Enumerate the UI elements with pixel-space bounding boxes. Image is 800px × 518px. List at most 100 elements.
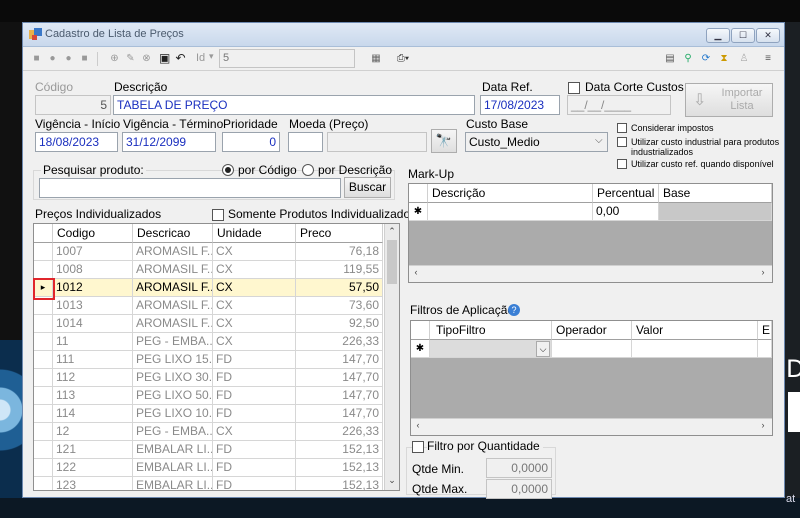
precos-cell-unidade[interactable]: CX <box>213 297 296 315</box>
row-header[interactable] <box>34 477 53 490</box>
precos-cell-unidade[interactable]: FD <box>213 441 296 459</box>
markup-new-percentual[interactable]: 0,00 <box>593 203 659 221</box>
scroll-left-icon[interactable]: ‹ <box>411 420 425 430</box>
new-record-icon[interactable]: ⊕ <box>109 53 120 64</box>
filtro-quantidade-checkbox[interactable] <box>412 441 424 453</box>
precos-cell-preco[interactable]: 119,55 <box>296 261 383 279</box>
precos-cell-descricao[interactable]: EMBALAR LI... <box>133 477 213 490</box>
utilizar-industrial-checkbox[interactable] <box>617 137 627 147</box>
row-header[interactable] <box>34 243 53 261</box>
markup-col-percentual[interactable]: Percentual <box>593 184 659 203</box>
edit-record-icon[interactable]: ✎ <box>125 53 136 64</box>
precos-cell-descricao[interactable]: AROMASIL F... <box>133 297 213 315</box>
precos-cell-codigo[interactable]: 1014 <box>53 315 133 333</box>
help-icon[interactable]: ? <box>508 304 520 316</box>
vigencia-termino-field[interactable]: 31/12/2099 <box>122 132 216 152</box>
filtros-new-tipo-select[interactable] <box>430 340 552 358</box>
precos-cell-preco[interactable]: 226,33 <box>296 333 383 351</box>
delete-record-icon[interactable]: ⊗ <box>141 53 152 64</box>
utilizar-ref-checkbox[interactable] <box>617 159 627 169</box>
precos-cell-unidade[interactable]: CX <box>213 261 296 279</box>
precos-cell-unidade[interactable]: CX <box>213 279 296 297</box>
undo-icon[interactable]: ↶ <box>175 52 186 64</box>
precos-cell-codigo[interactable]: 1007 <box>53 243 133 261</box>
precos-cell-descricao[interactable]: PEG LIXO 50... <box>133 387 213 405</box>
row-header[interactable] <box>34 387 53 405</box>
custo-base-select[interactable]: Custo_Medio <box>465 132 608 152</box>
somente-checkbox[interactable] <box>212 209 224 221</box>
precos-cell-codigo[interactable]: 11 <box>53 333 133 351</box>
id-dropdown-icon[interactable]: ▾ <box>209 51 214 62</box>
precos-cell-descricao[interactable]: PEG - EMBA... <box>133 423 213 441</box>
precos-cell-preco[interactable]: 76,18 <box>296 243 383 261</box>
moeda-search-button[interactable]: 🔭 <box>431 129 457 153</box>
chevron-down-icon[interactable]: ⌵ <box>536 341 550 357</box>
precos-cell-descricao[interactable]: PEG LIXO 15... <box>133 351 213 369</box>
filter-icon[interactable]: ⧗ <box>717 53 731 64</box>
previous-record-icon[interactable]: ● <box>47 53 58 64</box>
precos-cell-preco[interactable]: 147,70 <box>296 405 383 423</box>
precos-col-preco[interactable]: Preco <box>296 224 383 243</box>
moeda-code-field[interactable] <box>288 132 323 152</box>
last-record-icon[interactable]: ■ <box>79 53 90 64</box>
row-header[interactable] <box>34 351 53 369</box>
maximize-button[interactable]: ☐ <box>731 28 755 43</box>
precos-cell-preco[interactable]: 152,13 <box>296 441 383 459</box>
filtros-col-e[interactable]: E <box>758 321 772 340</box>
descricao-field[interactable]: TABELA DE PREÇO <box>113 95 475 115</box>
precos-cell-codigo[interactable]: 112 <box>53 369 133 387</box>
precos-cell-codigo[interactable]: 1008 <box>53 261 133 279</box>
filtros-horizontal-scrollbar[interactable]: ‹ › <box>411 418 772 435</box>
prioridade-field[interactable]: 0 <box>222 132 280 152</box>
por-descricao-radio[interactable] <box>302 164 314 176</box>
precos-cell-preco[interactable]: 152,13 <box>296 477 383 490</box>
precos-cell-preco[interactable]: 152,13 <box>296 459 383 477</box>
save-icon[interactable]: ▣ <box>159 52 170 64</box>
vigencia-inicio-field[interactable]: 18/08/2023 <box>35 132 118 152</box>
row-header[interactable] <box>34 369 53 387</box>
row-header[interactable] <box>34 315 53 333</box>
search-icon[interactable]: ⚲ <box>681 53 695 64</box>
markup-col-base[interactable]: Base <box>659 184 772 203</box>
markup-horizontal-scrollbar[interactable]: ‹ › <box>409 265 772 282</box>
precos-cell-preco[interactable]: 57,50 <box>296 279 383 297</box>
precos-cell-preco[interactable]: 226,33 <box>296 423 383 441</box>
precos-cell-codigo[interactable]: 113 <box>53 387 133 405</box>
calendar-icon[interactable]: ▦ <box>369 53 383 64</box>
row-header[interactable] <box>34 423 53 441</box>
next-record-icon[interactable]: ● <box>63 53 74 64</box>
considerar-impostos-checkbox[interactable] <box>617 123 627 133</box>
scroll-left-icon[interactable]: ‹ <box>409 267 423 277</box>
row-header[interactable] <box>34 441 53 459</box>
precos-col-codigo[interactable]: Codigo <box>53 224 133 243</box>
precos-cell-unidade[interactable]: FD <box>213 405 296 423</box>
precos-cell-descricao[interactable]: AROMASIL F... <box>133 315 213 333</box>
precos-cell-descricao[interactable]: PEG LIXO 10... <box>133 405 213 423</box>
precos-cell-unidade[interactable]: FD <box>213 477 296 490</box>
precos-cell-descricao[interactable]: AROMASIL F... <box>133 243 213 261</box>
precos-cell-codigo[interactable]: 1013 <box>53 297 133 315</box>
precos-cell-descricao[interactable]: AROMASIL F... <box>133 279 213 297</box>
precos-cell-codigo[interactable]: 111 <box>53 351 133 369</box>
precos-cell-codigo[interactable]: 123 <box>53 477 133 490</box>
precos-col-descricao[interactable]: Descricao <box>133 224 213 243</box>
precos-cell-descricao[interactable]: PEG - EMBA... <box>133 333 213 351</box>
row-header[interactable] <box>34 261 53 279</box>
filtros-new-valor[interactable] <box>632 340 758 358</box>
title-bar[interactable]: Cadastro de Lista de Preços ▁ ☐ ✕ <box>23 23 784 47</box>
first-record-icon[interactable]: ■ <box>31 53 42 64</box>
precos-cell-unidade[interactable]: FD <box>213 351 296 369</box>
precos-cell-preco[interactable]: 147,70 <box>296 369 383 387</box>
scroll-right-icon[interactable]: › <box>756 267 770 277</box>
precos-cell-preco[interactable]: 92,50 <box>296 315 383 333</box>
filtros-col-operador[interactable]: Operador <box>552 321 632 340</box>
data-ref-field[interactable]: 17/08/2023 <box>480 95 560 115</box>
id-field[interactable]: 5 <box>219 49 355 68</box>
precos-cell-unidade[interactable]: CX <box>213 315 296 333</box>
filtros-new-e[interactable] <box>758 340 772 358</box>
precos-cell-descricao[interactable]: EMBALAR LI... <box>133 441 213 459</box>
precos-cell-codigo[interactable]: 1012 <box>53 279 133 297</box>
precos-col-unidade[interactable]: Unidade <box>213 224 296 243</box>
precos-cell-preco[interactable]: 147,70 <box>296 351 383 369</box>
precos-cell-unidade[interactable]: FD <box>213 387 296 405</box>
